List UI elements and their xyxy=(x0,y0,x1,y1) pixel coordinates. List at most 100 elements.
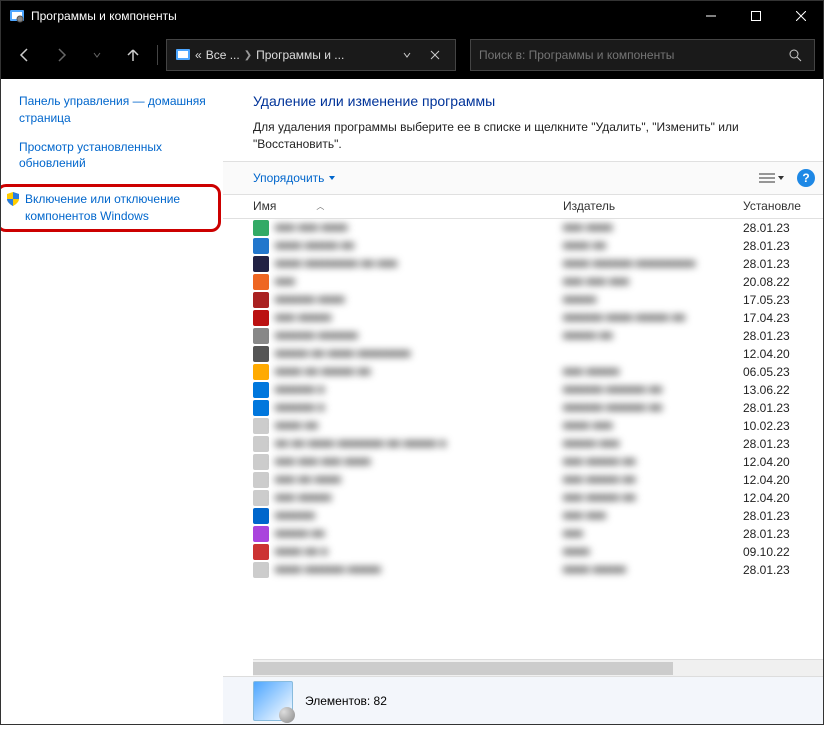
close-button[interactable] xyxy=(778,1,823,31)
program-icon xyxy=(253,256,269,272)
program-date: 28.01.23 xyxy=(743,401,790,415)
program-publisher: ■■■ ■■■■■ ■■ xyxy=(563,492,743,504)
program-name: ■■■■■ ■■ xyxy=(275,528,563,540)
horizontal-scrollbar[interactable] xyxy=(253,659,823,676)
program-icon xyxy=(253,472,269,488)
bc-seg2[interactable]: Программы и ... xyxy=(256,48,344,62)
location-icon xyxy=(175,47,191,63)
program-publisher: ■■■ ■■■ ■■■ xyxy=(563,276,743,288)
program-icon xyxy=(253,238,269,254)
table-row[interactable]: ■■■ ■■■■■■■■■■■ ■■■■ ■■■■■ ■■17.04.23 xyxy=(253,309,823,327)
toolbar: Упорядочить ? xyxy=(223,161,823,195)
program-date: 12.04.20 xyxy=(743,473,790,487)
minimize-button[interactable] xyxy=(688,1,733,31)
table-row[interactable]: ■■■ ■■ ■■■■■■■ ■■■■■ ■■12.04.20 xyxy=(253,471,823,489)
program-publisher: ■■■■ ■■■■■■ ■■■■■■■■■ xyxy=(563,258,743,270)
separator xyxy=(157,45,158,65)
program-icon xyxy=(253,274,269,290)
table-row[interactable]: ■■ ■■ ■■■■ ■■■■■■■ ■■ ■■■■■ ■■■■■■ ■■■28… xyxy=(253,435,823,453)
sidebar-features-link[interactable]: Включение или отключение компонентов Win… xyxy=(1,184,221,232)
dropdown-icon[interactable] xyxy=(395,43,419,67)
bc-seg1[interactable]: Все ... xyxy=(206,48,240,62)
program-icon xyxy=(253,526,269,542)
program-date: 17.04.23 xyxy=(743,311,790,325)
table-row[interactable]: ■■■ ■■■ ■■■■■■■ ■■■■28.01.23 xyxy=(253,219,823,237)
forward-button[interactable] xyxy=(45,39,77,71)
maximize-button[interactable] xyxy=(733,1,778,31)
table-row[interactable]: ■■■■ ■■■■■■ ■■■■■■■■■ ■■■■■28.01.23 xyxy=(253,561,823,579)
organize-button[interactable]: Упорядочить xyxy=(253,171,336,185)
program-name: ■■■■■■ ■■■■■■ xyxy=(275,330,563,342)
program-publisher: ■■■■ ■■■ xyxy=(563,420,743,432)
page-title: Удаление или изменение программы xyxy=(253,93,803,109)
program-date: 17.05.23 xyxy=(743,293,790,307)
sort-indicator-icon: ︿ xyxy=(316,201,324,212)
table-row[interactable]: ■■■ ■■■■■■■■ ■■■■■ ■■12.04.20 xyxy=(253,489,823,507)
program-publisher: ■■■ ■■■ xyxy=(563,510,743,522)
program-date: 12.04.20 xyxy=(743,347,790,361)
column-installed[interactable]: Установле xyxy=(743,199,823,213)
table-row[interactable]: ■■■ ■■■ ■■■ ■■■■■■■ ■■■■■ ■■12.04.20 xyxy=(253,453,823,471)
program-icon xyxy=(253,490,269,506)
program-publisher: ■■■■ ■■ xyxy=(563,240,743,252)
program-name: ■■■■ ■■■■■■■■ ■■ ■■■ xyxy=(275,258,563,270)
table-row[interactable]: ■■■■■■ ■■■■■■■ ■■■■■■ ■■28.01.23 xyxy=(253,399,823,417)
program-name: ■■■ ■■■■■ xyxy=(275,312,563,324)
main-header: Удаление или изменение программы Для уда… xyxy=(223,79,823,161)
window: Программы и компоненты « Все ... ❯ Прогр… xyxy=(0,0,824,725)
table-row[interactable]: ■■■■■■ ■■■■■■■ ■■■■■■ ■■13.06.22 xyxy=(253,381,823,399)
program-name: ■■■■■■ ■ xyxy=(275,384,563,396)
program-date: 28.01.23 xyxy=(743,239,790,253)
recent-dropdown[interactable] xyxy=(81,39,113,71)
status-count: 82 xyxy=(374,694,387,708)
chevron-right-icon[interactable]: ❯ xyxy=(244,50,252,61)
program-list[interactable]: ■■■ ■■■ ■■■■■■■ ■■■■28.01.23■■■■ ■■■■■ ■… xyxy=(223,219,823,659)
program-name: ■■ ■■ ■■■■ ■■■■■■■ ■■ ■■■■■ ■ xyxy=(275,438,563,450)
statusbar: Элементов: 82 xyxy=(223,676,823,724)
search-box[interactable] xyxy=(470,39,815,71)
column-publisher[interactable]: Издатель xyxy=(563,199,743,213)
up-button[interactable] xyxy=(117,39,149,71)
program-date: 10.02.23 xyxy=(743,419,790,433)
sidebar-home-link[interactable]: Панель управления — домашняя страница xyxy=(19,93,213,127)
table-row[interactable]: ■■■■■■ ■■■■■■■■■17.05.23 xyxy=(253,291,823,309)
table-row[interactable]: ■■■■ ■■ ■■■■■09.10.22 xyxy=(253,543,823,561)
table-row[interactable]: ■■■■■ ■■■■■28.01.23 xyxy=(253,525,823,543)
program-date: 12.04.20 xyxy=(743,455,790,469)
program-name: ■■■■ ■■ ■■■■■ ■■ xyxy=(275,366,563,378)
program-name: ■■■ ■■■ ■■■ ■■■■ xyxy=(275,456,563,468)
table-row[interactable]: ■■■■■■■■■ ■■■28.01.23 xyxy=(253,507,823,525)
table-row[interactable]: ■■■■ ■■■■■■ ■■■10.02.23 xyxy=(253,417,823,435)
search-icon[interactable] xyxy=(784,48,806,62)
program-publisher: ■■■ ■■■■■ ■■ xyxy=(563,474,743,486)
program-name: ■■■■■■ xyxy=(275,510,563,522)
sidebar-updates-link[interactable]: Просмотр установленных обновлений xyxy=(19,139,213,173)
program-date: 06.05.23 xyxy=(743,365,790,379)
address-bar[interactable]: « Все ... ❯ Программы и ... xyxy=(166,39,456,71)
scrollbar-thumb[interactable] xyxy=(253,662,673,675)
program-name: ■■■ ■■■■■ xyxy=(275,492,563,504)
table-row[interactable]: ■■■■ ■■ ■■■■■ ■■■■■ ■■■■■06.05.23 xyxy=(253,363,823,381)
program-publisher: ■■■ ■■■■■ ■■ xyxy=(563,456,743,468)
table-row[interactable]: ■■■■■ ■■ ■■■■ ■■■■■■■■12.04.20 xyxy=(253,345,823,363)
program-icon xyxy=(253,346,269,362)
clear-icon[interactable] xyxy=(423,43,447,67)
program-publisher: ■■■ ■■■■■ xyxy=(563,366,743,378)
program-name: ■■■■■■ ■■■■ xyxy=(275,294,563,306)
table-row[interactable]: ■■■■■■ ■■■ ■■■20.08.22 xyxy=(253,273,823,291)
table-row[interactable]: ■■■■ ■■■■■■■■ ■■ ■■■■■■■ ■■■■■■ ■■■■■■■■… xyxy=(253,255,823,273)
program-name: ■■■ ■■■ ■■■■ xyxy=(275,222,563,234)
help-button[interactable]: ? xyxy=(797,169,815,187)
table-row[interactable]: ■■■■ ■■■■■ ■■■■■■ ■■28.01.23 xyxy=(253,237,823,255)
program-publisher: ■■■■■ ■■ xyxy=(563,330,743,342)
back-button[interactable] xyxy=(9,39,41,71)
program-publisher: ■■■■ ■■■■■ xyxy=(563,564,743,576)
column-name[interactable]: Имя ︿ xyxy=(253,199,563,213)
view-button[interactable] xyxy=(759,172,785,184)
content-area: Панель управления — домашняя страница Пр… xyxy=(1,79,823,724)
program-date: 20.08.22 xyxy=(743,275,790,289)
program-name: ■■■■ ■■ xyxy=(275,420,563,432)
table-row[interactable]: ■■■■■■ ■■■■■■■■■■■ ■■28.01.23 xyxy=(253,327,823,345)
search-input[interactable] xyxy=(479,48,784,62)
navbar: « Все ... ❯ Программы и ... xyxy=(1,31,823,79)
